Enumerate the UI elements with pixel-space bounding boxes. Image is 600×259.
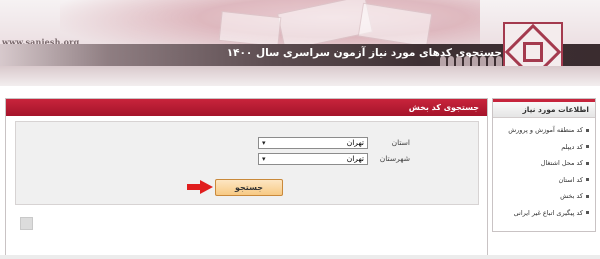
province-value: تهران <box>346 138 364 147</box>
sidebar: اطلاعات مورد نیاز کد منطقه آموزش و پرورش… <box>492 98 596 232</box>
bullet-icon <box>586 161 589 165</box>
chevron-down-icon: ▾ <box>262 154 266 163</box>
page-header: www.sanjesh.org جستجوی کدهای مورد نیاز آ… <box>0 0 600 86</box>
pointer-arrow-icon <box>187 180 213 194</box>
content-area: جستجوی کد بخش استان تهران ▾ شهرستان تهرا… <box>0 88 600 259</box>
province-select[interactable]: تهران ▾ <box>258 136 368 149</box>
sidebar-item-province[interactable]: کد استان <box>493 172 589 189</box>
city-label: شهرستان <box>379 154 410 163</box>
sidebar-item-diploma[interactable]: کد دیپلم <box>493 139 589 156</box>
status-box <box>20 217 33 230</box>
sidebar-item-label: کد محل اشتغال <box>540 159 583 167</box>
sidebar-item-label: کد دیپلم <box>561 142 583 151</box>
sidebar-item-label: کد بخش <box>560 192 583 200</box>
bullet-icon <box>586 211 589 214</box>
city-value: تهران <box>346 154 364 163</box>
sidebar-item-education-region[interactable]: کد منطقه آموزش و پرورش <box>493 122 589 139</box>
bullet-icon <box>586 145 589 148</box>
search-panel-title: جستجوی کد بخش <box>6 99 487 116</box>
footer-divider <box>0 255 600 259</box>
search-form: استان تهران ▾ شهرستان تهران ▾ جستجو <box>15 121 479 205</box>
sidebar-item-label: کد پیگیری اتباع غیر ایرانی <box>513 208 583 217</box>
sidebar-item-foreign-tracking[interactable]: کد پیگیری اتباع غیر ایرانی <box>493 205 589 222</box>
province-label: استان <box>391 138 410 147</box>
chevron-down-icon: ▾ <box>262 138 266 147</box>
bullet-icon <box>586 194 589 198</box>
sidebar-item-label: کد استان <box>558 175 583 184</box>
province-row: استان تهران ▾ <box>258 136 410 149</box>
sidebar-item-label: کد منطقه آموزش و پرورش <box>508 126 583 134</box>
sidebar-item-district[interactable]: کد بخش <box>493 188 589 205</box>
bullet-icon <box>586 178 589 181</box>
city-row: شهرستان تهران ▾ <box>258 152 410 165</box>
city-select[interactable]: تهران ▾ <box>258 152 368 165</box>
sidebar-item-workplace[interactable]: کد محل اشتغال <box>493 155 589 172</box>
sidebar-title: اطلاعات مورد نیاز <box>493 99 595 118</box>
search-panel: جستجوی کد بخش استان تهران ▾ شهرستان تهرا… <box>5 98 488 256</box>
search-button[interactable]: جستجو <box>215 179 283 196</box>
sidebar-list: کد منطقه آموزش و پرورش کد دیپلم کد محل ا… <box>493 118 595 221</box>
bullet-icon <box>586 128 589 132</box>
